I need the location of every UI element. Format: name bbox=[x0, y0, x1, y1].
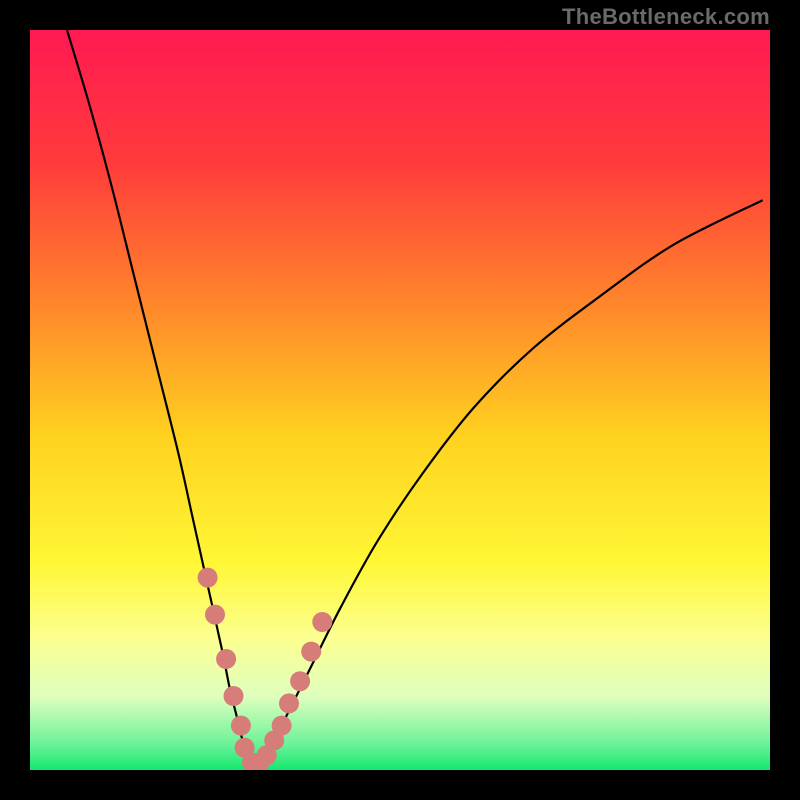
chart-svg bbox=[30, 30, 770, 770]
chart-frame: TheBottleneck.com bbox=[0, 0, 800, 800]
watermark-text: TheBottleneck.com bbox=[562, 4, 770, 30]
gradient-background bbox=[30, 30, 770, 770]
plot-area bbox=[30, 30, 770, 770]
highlight-dot bbox=[312, 612, 332, 632]
highlight-dot bbox=[290, 671, 310, 691]
highlight-dot bbox=[216, 649, 236, 669]
highlight-dot bbox=[198, 568, 218, 588]
highlight-dot bbox=[224, 686, 244, 706]
highlight-dot bbox=[279, 693, 299, 713]
highlight-dot bbox=[231, 716, 251, 736]
highlight-dot bbox=[301, 642, 321, 662]
highlight-dot bbox=[272, 716, 292, 736]
highlight-dot bbox=[205, 605, 225, 625]
